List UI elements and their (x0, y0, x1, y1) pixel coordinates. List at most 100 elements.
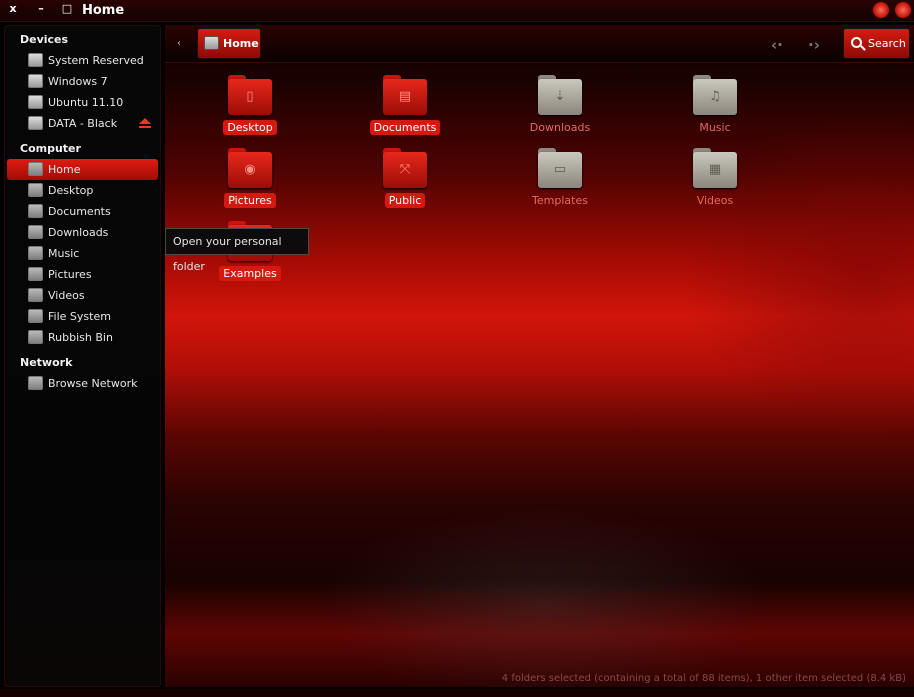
folder-label: Pictures (224, 193, 276, 208)
forward-button[interactable]: ·› (808, 36, 820, 54)
templates-emblem-icon: ▭ (553, 162, 567, 177)
videos-emblem-icon: ▦ (708, 162, 722, 177)
music-folder-icon: ♫ (693, 75, 737, 115)
sidebar-item-label: Music (48, 247, 80, 260)
sidebar-item-rubbish-bin[interactable]: Rubbish Bin (5, 327, 160, 348)
breadcrumb-scroll-left[interactable]: ‹ (177, 38, 181, 49)
sidebar-item-label: DATA - Black (48, 117, 118, 130)
sidebar-item-label: Windows 7 (48, 75, 108, 88)
title-bar: x – □ Home (0, 0, 914, 22)
folder-label: Downloads (529, 121, 591, 134)
places-sidebar: Devices System Reserved Windows 7 Ubuntu 11… (4, 25, 161, 687)
downloads-folder-icon: ⇣ (538, 75, 582, 115)
folder-pictures[interactable]: ◉ Pictures (195, 148, 305, 208)
window-bottom-border (0, 689, 914, 697)
pictures-emblem-icon: ◉ (244, 162, 256, 177)
folder-desktop[interactable]: ▯ Desktop (195, 75, 305, 135)
sidebar-section-computer: Computer (20, 142, 81, 155)
sidebar-item-browse-network[interactable]: Browse Network (5, 373, 160, 394)
sidebar-item-label: Pictures (48, 268, 92, 281)
desktop-folder-icon: ▯ (228, 75, 272, 115)
sidebar-item-videos[interactable]: Videos (5, 285, 160, 306)
maximize-button[interactable]: □ (57, 2, 77, 18)
sidebar-item-desktop[interactable]: Desktop (5, 180, 160, 201)
sidebar-item-label: Downloads (48, 226, 109, 239)
back-button[interactable]: ‹· (771, 36, 783, 54)
folder-label: Examples (219, 266, 281, 281)
drive-icon (28, 74, 43, 88)
folder-label: Documents (369, 120, 441, 135)
sidebar-section-devices: Devices (20, 33, 69, 46)
desktop-folder-icon (28, 183, 43, 197)
tooltip: Open your personal folder (165, 228, 309, 273)
sidebar-item-label: Browse Network (48, 377, 138, 390)
toolbar: ‹ Home ‹· ·› Search (165, 25, 914, 63)
network-icon (28, 376, 43, 390)
filesystem-icon (28, 309, 43, 323)
videos-folder-icon (28, 288, 43, 302)
sidebar-item-label: Ubuntu 11.10 (48, 96, 124, 109)
music-folder-icon (28, 246, 43, 260)
folder-templates[interactable]: ▭ Templates (505, 148, 615, 208)
close-button[interactable]: x (3, 2, 23, 18)
sidebar-item-system-reserved[interactable]: System Reserved (5, 50, 160, 71)
drive-icon (28, 95, 43, 109)
sidebar-item-label: Desktop (48, 184, 94, 197)
folder-label: Templates (532, 194, 588, 207)
videos-folder-icon: ▦ (693, 148, 737, 188)
search-icon (851, 37, 862, 48)
music-emblem-icon: ♫ (709, 89, 721, 104)
search-label: Search (868, 37, 906, 50)
folder-label: Public (384, 193, 426, 208)
sidebar-item-label: Documents (48, 205, 111, 218)
sidebar-item-label: Videos (48, 289, 85, 302)
sidebar-item-data-black[interactable]: DATA - Black (5, 113, 160, 134)
home-folder-icon (28, 162, 43, 176)
sidebar-item-ubuntu-11-10[interactable]: Ubuntu 11.10 (5, 92, 160, 113)
eject-icon[interactable] (139, 118, 151, 129)
window-title: Home (82, 3, 125, 18)
sidebar-item-downloads[interactable]: Downloads (5, 222, 160, 243)
folder-label: Videos (696, 194, 734, 207)
sidebar-item-label: File System (48, 310, 111, 323)
public-emblem-icon: ⤧ (399, 162, 411, 177)
public-folder-icon: ⤧ (383, 148, 427, 188)
minimize-button[interactable]: – (31, 2, 51, 18)
pictures-folder-icon (28, 267, 43, 281)
power-icon[interactable] (872, 1, 890, 19)
folder-downloads[interactable]: ⇣ Downloads (505, 75, 615, 135)
breadcrumb-label: Home (223, 37, 259, 50)
sidebar-item-home[interactable]: Home (7, 159, 158, 180)
folder-documents[interactable]: ▤ Documents (350, 75, 460, 135)
folder-label: Music (699, 121, 731, 134)
status-bar: 4 folders selected (containing a total o… (501, 673, 906, 684)
folder-public[interactable]: ⤧ Public (350, 148, 460, 208)
search-button[interactable]: Search (843, 28, 910, 59)
trash-icon (28, 330, 43, 344)
documents-folder-icon (28, 204, 43, 218)
desktop-emblem-icon: ▯ (246, 89, 254, 104)
sidebar-section-network: Network (20, 356, 73, 369)
sidebar-item-label: Home (48, 163, 81, 176)
folder-music[interactable]: ♫ Music (660, 75, 770, 135)
file-view: ‹ Home ‹· ·› Search ▯ Desktop ▤ Documents ⇣ D… (165, 25, 914, 687)
sidebar-item-label: System Reserved (48, 54, 144, 67)
downloads-folder-icon (28, 225, 43, 239)
documents-emblem-icon: ▤ (398, 89, 412, 104)
sidebar-item-music[interactable]: Music (5, 243, 160, 264)
drive-icon (28, 116, 43, 130)
ubuntu-logo-icon[interactable] (894, 1, 912, 19)
sidebar-item-file-system[interactable]: File System (5, 306, 160, 327)
folder-videos[interactable]: ▦ Videos (660, 148, 770, 208)
sidebar-item-pictures[interactable]: Pictures (5, 264, 160, 285)
drive-icon (28, 53, 43, 67)
templates-folder-icon: ▭ (538, 148, 582, 188)
tray-icons (872, 1, 912, 19)
sidebar-item-documents[interactable]: Documents (5, 201, 160, 222)
folder-label: Desktop (223, 120, 277, 135)
downloads-emblem-icon: ⇣ (554, 89, 566, 104)
pictures-folder-icon: ◉ (228, 148, 272, 188)
documents-folder-icon: ▤ (383, 75, 427, 115)
sidebar-item-windows-7[interactable]: Windows 7 (5, 71, 160, 92)
breadcrumb-home[interactable]: Home (197, 28, 261, 59)
